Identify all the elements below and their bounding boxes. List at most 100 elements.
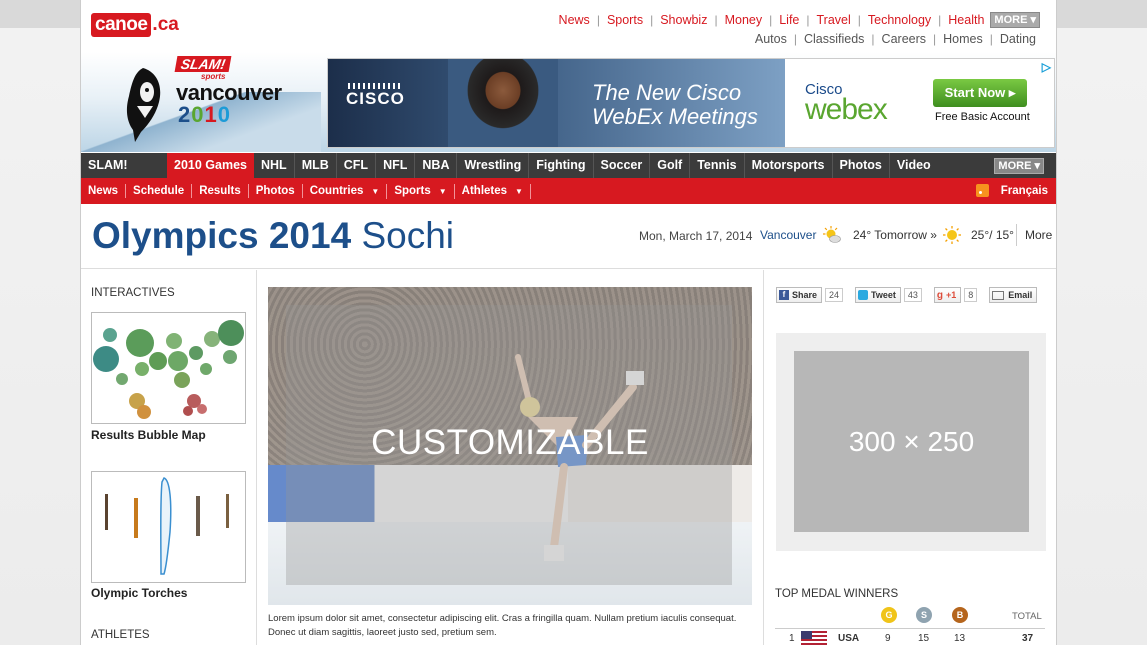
nav-travel[interactable]: Travel [817, 13, 851, 27]
sport-nav-photos[interactable]: Photos [833, 153, 890, 178]
language-switch[interactable]: Français [975, 184, 1048, 197]
nav-money[interactable]: Money [725, 13, 763, 27]
nav-sports[interactable]: Sports [607, 13, 643, 27]
page-title-light: Sochi [361, 215, 455, 256]
medal-row-rank: 1 [789, 633, 795, 644]
twitter-tweet-button[interactable]: Tweet [855, 287, 901, 303]
sport-nav-nhl[interactable]: NHL [254, 153, 295, 178]
canoe-logo[interactable]: canoe .ca [91, 12, 179, 38]
page-title: Olympics 2014 Sochi [92, 215, 454, 257]
hero-caption-line-1: Lorem ipsum dolor sit amet, consectetur … [268, 613, 737, 624]
year-digit: 2 [178, 102, 192, 127]
orca-mascot-icon [126, 68, 161, 142]
logo-tld: .ca [152, 14, 179, 35]
usa-flag-icon [801, 631, 827, 645]
ad-webex-logo: webex [805, 93, 888, 126]
medal-row-silver: 15 [918, 633, 930, 644]
nav-news[interactable]: News [559, 13, 590, 27]
nav-health[interactable]: Health [948, 13, 984, 27]
hero-caption: Lorem ipsum dolor sit amet, consectetur … [268, 612, 752, 640]
sport-nav: SLAM! 2010 Games NHL MLB CFL NFL NBA Wre… [81, 153, 1056, 178]
hero-placeholder-label: CUSTOMIZABLE [371, 423, 649, 462]
subnav-athletes-label: Athletes [461, 184, 508, 197]
nav-technology[interactable]: Technology [868, 13, 931, 27]
facebook-share-button[interactable]: f Share [776, 287, 823, 303]
language-label: Français [1000, 184, 1048, 197]
google-plus-count: 8 [964, 288, 978, 302]
sport-nav-golf[interactable]: Golf [650, 153, 691, 178]
weather-tomorrow-link[interactable]: 24° Tomorrow » [853, 228, 937, 242]
hero-image[interactable]: CUSTOMIZABLE [268, 287, 752, 605]
left-column: INTERACTIVES Results Bubble Map Olympic … [81, 270, 257, 645]
cisco-webex-ad[interactable]: CISCO The New Cisco WebEx Meetings Cisco… [327, 58, 1055, 148]
athletes-heading: ATHLETES [91, 629, 150, 641]
nav-dating[interactable]: Dating [1000, 32, 1036, 46]
sport-nav-motorsports[interactable]: Motorsports [745, 153, 833, 178]
subnav-schedule[interactable]: Schedule [126, 184, 193, 198]
medal-row-country[interactable]: USA [838, 633, 859, 644]
ad-size-label: 300 × 250 [794, 351, 1029, 532]
section-banner: SLAM! sports vancouver 2010 CISCO The Ne… [81, 52, 1056, 152]
sport-nav-tennis[interactable]: Tennis [690, 153, 745, 178]
sport-nav-2010-games[interactable]: 2010 Games [167, 153, 254, 178]
nav-life[interactable]: Life [779, 13, 799, 27]
sport-nav-mlb[interactable]: MLB [295, 153, 337, 178]
bronze-medal-icon: B [952, 607, 968, 623]
ad-brand: CISCO [346, 89, 405, 108]
google-plus-icon: g [936, 289, 943, 301]
subnav-athletes[interactable]: Athletes ▼ [455, 183, 531, 199]
sport-nav-nba[interactable]: NBA [415, 153, 458, 178]
subnav-countries[interactable]: Countries ▼ [303, 183, 388, 199]
email-label: Email [1008, 290, 1033, 300]
nav-classifieds[interactable]: Classifieds [804, 32, 864, 46]
sport-nav-fighting[interactable]: Fighting [529, 153, 594, 178]
tweet-label: Tweet [871, 290, 896, 300]
sport-more-button[interactable]: MORE ▾ [994, 158, 1044, 174]
subnav-photos[interactable]: Photos [249, 184, 303, 198]
sport-nav-nfl[interactable]: NFL [376, 153, 416, 178]
medal-winners-heading: TOP MEDAL WINNERS [775, 588, 899, 600]
ad-headline-line-2: WebEx Meetings [592, 104, 758, 129]
logo-mark: canoe [91, 13, 152, 37]
subnav-results[interactable]: Results [192, 184, 249, 198]
subnav-news[interactable]: News [81, 184, 127, 198]
torches-image [105, 477, 229, 575]
medal-row-bronze: 13 [954, 633, 966, 644]
page-container: canoe .ca News | Sports | Showbiz | Money | … [80, 0, 1057, 645]
sun-cloud-icon [823, 226, 841, 243]
right-column: f Share 24 Tweet 43 g +1 8 Email 300 × 250… [763, 270, 1056, 645]
ad-cta-panel: Cisco webex Start Now ▸ Free Basic Accou… [785, 59, 1054, 147]
nav-autos[interactable]: Autos [755, 32, 787, 46]
sport-nav-wrestling[interactable]: Wrestling [457, 153, 530, 178]
page-title-bold: Olympics 2014 [92, 215, 352, 256]
torches-caption[interactable]: Olympic Torches [91, 586, 187, 600]
slam-badge[interactable]: SLAM! [174, 56, 232, 72]
weather-more-link[interactable]: More [1016, 224, 1052, 246]
facebook-icon: f [779, 290, 789, 300]
sport-nav-video[interactable]: Video [890, 153, 938, 178]
weather-city-link[interactable]: Vancouver [760, 228, 816, 242]
more-menu-button[interactable]: MORE ▾ [990, 12, 1040, 28]
year-digit: 0 [217, 102, 231, 127]
bubble-map-thumbnail[interactable] [91, 312, 246, 424]
adchoices-icon[interactable]: ▷ [1042, 60, 1051, 74]
ad-headline-line-1: The New Cisco [592, 80, 742, 105]
subnav-sports[interactable]: Sports ▼ [387, 183, 455, 199]
share-bar: f Share 24 Tweet 43 g +1 8 Email [776, 287, 1038, 303]
ad-placeholder[interactable]: 300 × 250 [776, 333, 1046, 551]
torches-thumbnail[interactable] [91, 471, 246, 583]
sport-nav-slam[interactable]: SLAM! [81, 153, 167, 178]
medal-row-total: 37 [1022, 633, 1034, 644]
sport-nav-cfl[interactable]: CFL [337, 153, 377, 178]
nav-careers[interactable]: Careers [882, 32, 926, 46]
start-now-button[interactable]: Start Now ▸ [933, 79, 1027, 107]
nav-homes[interactable]: Homes [943, 32, 983, 46]
email-share-button[interactable]: Email [989, 287, 1038, 303]
bubble-map-caption[interactable]: Results Bubble Map [91, 428, 206, 442]
sport-nav-soccer[interactable]: Soccer [594, 153, 651, 178]
google-plus-button[interactable]: g +1 [933, 287, 962, 303]
silver-medal-icon: S [916, 607, 932, 623]
nav-showbiz[interactable]: Showbiz [660, 13, 707, 27]
rss-icon[interactable] [975, 184, 989, 197]
year-digit: 1 [204, 102, 218, 127]
